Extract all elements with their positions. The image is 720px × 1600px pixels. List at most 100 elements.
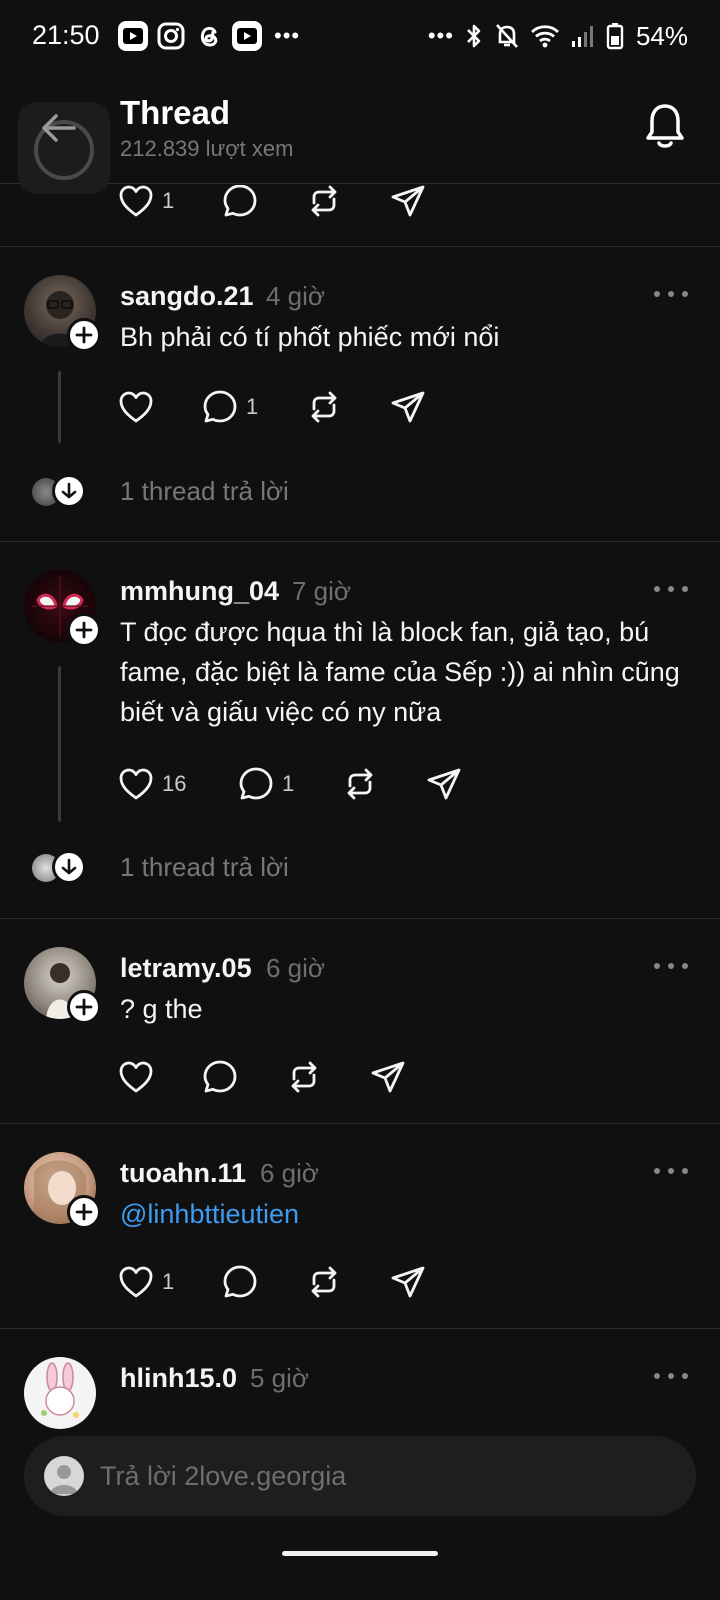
more-icon: ••• xyxy=(274,23,301,48)
view-replies-row[interactable]: 1 thread trả lời xyxy=(0,848,720,888)
mute-icon xyxy=(495,24,518,48)
notification-icons: ••• xyxy=(118,20,300,52)
username[interactable]: letramy.05 xyxy=(120,953,252,984)
more-options-button[interactable] xyxy=(654,1168,688,1178)
back-button[interactable] xyxy=(18,102,110,194)
battery-icon xyxy=(606,23,624,50)
reply-post: mmhung_04 7 giờ T đọc được hqua thì là b… xyxy=(0,542,720,918)
reply-button[interactable] xyxy=(222,1262,306,1302)
plus-icon xyxy=(75,1203,93,1221)
status-bar: 21:50 ••• ••• 54% xyxy=(0,0,720,74)
more-options-button[interactable] xyxy=(654,291,688,301)
reply-button[interactable] xyxy=(202,1057,286,1097)
status-time: 21:50 xyxy=(32,20,100,50)
repost-button[interactable] xyxy=(342,764,426,804)
reply-button[interactable] xyxy=(222,185,306,221)
repost-icon xyxy=(311,391,337,423)
arrow-down-icon xyxy=(61,482,77,499)
post-actions: 16 1 xyxy=(118,764,486,804)
post-actions xyxy=(118,1057,430,1097)
heart-icon xyxy=(119,1266,153,1298)
reply-summary[interactable]: 1 thread trả lời xyxy=(120,476,289,507)
share-button[interactable] xyxy=(390,387,450,427)
more-icon: ••• xyxy=(427,23,454,48)
reply-summary[interactable]: 1 thread trả lời xyxy=(120,852,289,883)
battery-percent: 54% xyxy=(635,20,688,51)
follow-button[interactable] xyxy=(67,1195,101,1229)
reply-input[interactable] xyxy=(100,1436,660,1516)
repost-button[interactable] xyxy=(306,1262,390,1302)
like-button[interactable]: 1 xyxy=(118,1262,222,1302)
reply-count: 1 xyxy=(246,394,259,419)
send-icon xyxy=(427,768,461,800)
notification-bell-button[interactable] xyxy=(644,102,686,155)
system-icons: ••• 54% xyxy=(428,20,688,52)
comment-icon xyxy=(203,1060,237,1093)
like-button[interactable] xyxy=(118,387,202,427)
view-replies-row[interactable]: 1 thread trả lời xyxy=(0,472,720,512)
repost-button[interactable] xyxy=(306,387,390,427)
post-time: 4 giờ xyxy=(266,281,325,311)
repost-icon xyxy=(347,768,373,800)
like-count: 1 xyxy=(162,1269,175,1294)
replies-feed[interactable]: 1 sangdo.21 4 giờ Bh phải có tí phốt phi… xyxy=(0,185,720,1440)
repost-icon xyxy=(291,1061,317,1093)
thread-header: Thread 212.839 lượt xem xyxy=(0,80,720,194)
mention-link[interactable]: @linhbttieutien xyxy=(120,1194,680,1234)
follow-button[interactable] xyxy=(67,318,101,352)
reply-post: sangdo.21 4 giờ Bh phải có tí phốt phiếc… xyxy=(0,247,720,542)
heart-icon xyxy=(119,391,153,423)
wifi-icon xyxy=(530,25,559,48)
reply-post: letramy.05 6 giờ ? g the xyxy=(0,919,720,1123)
like-button[interactable] xyxy=(118,1057,202,1097)
plus-icon xyxy=(75,998,93,1016)
more-options-button[interactable] xyxy=(654,963,688,973)
reply-composer[interactable] xyxy=(24,1436,696,1516)
reply-avatars xyxy=(32,472,88,512)
plus-icon xyxy=(75,326,93,344)
more-options-button[interactable] xyxy=(654,1373,688,1383)
like-button[interactable]: 1 xyxy=(118,185,222,221)
username[interactable]: hlinh15.0 xyxy=(120,1363,237,1394)
top-post-actions: 1 xyxy=(118,185,450,221)
thread-line xyxy=(58,666,61,822)
home-indicator[interactable] xyxy=(282,1551,438,1556)
expand-replies-button[interactable] xyxy=(52,850,86,884)
repost-button[interactable] xyxy=(286,1057,370,1097)
username[interactable]: mmhung_04 xyxy=(120,576,279,607)
share-button[interactable] xyxy=(426,764,486,804)
post-text: ? g the xyxy=(120,994,203,1024)
send-icon xyxy=(391,185,425,217)
reply-button[interactable]: 1 xyxy=(238,764,342,804)
like-count: 16 xyxy=(162,771,187,796)
comment-icon xyxy=(223,1265,257,1298)
avatar[interactable] xyxy=(24,1357,96,1429)
page-title: Thread xyxy=(120,94,231,131)
username[interactable]: sangdo.21 xyxy=(120,281,254,312)
reply-avatars xyxy=(32,848,88,888)
back-arrow-icon xyxy=(42,114,76,142)
post-actions: 1 xyxy=(118,387,450,427)
more-options-button[interactable] xyxy=(654,586,688,596)
follow-button[interactable] xyxy=(67,613,101,647)
reply-post: hlinh15.0 5 giờ xyxy=(0,1329,720,1440)
avatar xyxy=(44,1456,84,1496)
reply-button[interactable]: 1 xyxy=(202,387,306,427)
post-actions: 1 xyxy=(118,1262,450,1302)
tiktok-icon xyxy=(232,21,262,51)
bluetooth-icon xyxy=(467,24,481,48)
like-button[interactable]: 16 xyxy=(118,764,238,804)
plus-icon xyxy=(75,621,93,639)
username[interactable]: tuoahn.11 xyxy=(120,1158,246,1189)
share-button[interactable] xyxy=(390,185,450,221)
send-icon xyxy=(371,1061,405,1093)
post-text: Bh phải có tí phốt phiếc mới nổi xyxy=(120,322,500,352)
expand-replies-button[interactable] xyxy=(52,474,86,508)
like-count: 1 xyxy=(162,188,175,213)
post-time: 6 giờ xyxy=(260,1158,319,1188)
repost-button[interactable] xyxy=(306,185,390,221)
share-button[interactable] xyxy=(390,1262,450,1302)
follow-button[interactable] xyxy=(67,990,101,1024)
share-button[interactable] xyxy=(370,1057,430,1097)
user-icon xyxy=(50,1465,78,1494)
